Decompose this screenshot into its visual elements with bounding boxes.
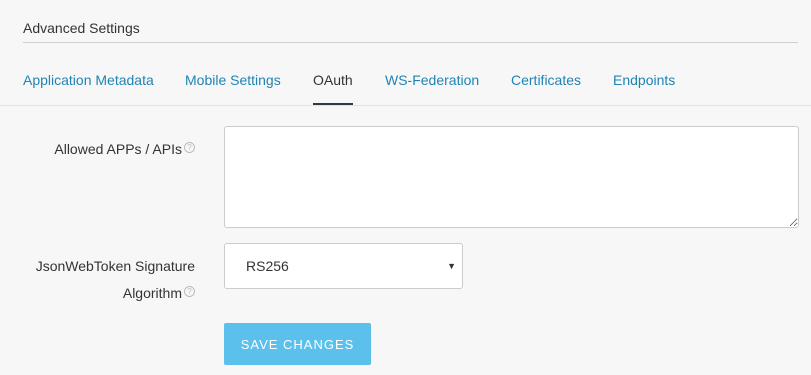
tab-ws-federation[interactable]: WS-Federation [385, 60, 479, 105]
tab-endpoints[interactable]: Endpoints [613, 60, 675, 105]
jwt-algorithm-label-line2: Algorithm? [20, 280, 195, 307]
help-icon[interactable]: ? [184, 286, 195, 297]
allowed-apps-input[interactable] [224, 126, 799, 228]
tab-oauth[interactable]: OAuth [313, 60, 353, 105]
tab-certificates[interactable]: Certificates [511, 60, 581, 105]
tab-application-metadata[interactable]: Application Metadata [23, 60, 154, 105]
save-button[interactable]: SAVE CHANGES [224, 323, 371, 365]
help-icon[interactable]: ? [184, 142, 195, 153]
jwt-algorithm-value: RS256 [246, 258, 289, 274]
jwt-algorithm-select[interactable]: RS256 ▼ [224, 243, 463, 289]
jwt-algorithm-label-line1: JsonWebToken Signature [35, 258, 195, 274]
jwt-algorithm-label: JsonWebToken Signature Algorithm? [20, 253, 195, 307]
allowed-apps-label-text: Allowed APPs / APIs [54, 141, 182, 157]
tab-mobile-settings[interactable]: Mobile Settings [185, 60, 281, 105]
allowed-apps-label: Allowed APPs / APIs? [20, 136, 195, 163]
jwt-algorithm-label-text: Algorithm [122, 285, 182, 301]
chevron-down-icon: ▼ [447, 261, 456, 271]
section-title: Advanced Settings [23, 18, 798, 43]
tab-bar: Application Metadata Mobile Settings OAu… [0, 60, 811, 106]
